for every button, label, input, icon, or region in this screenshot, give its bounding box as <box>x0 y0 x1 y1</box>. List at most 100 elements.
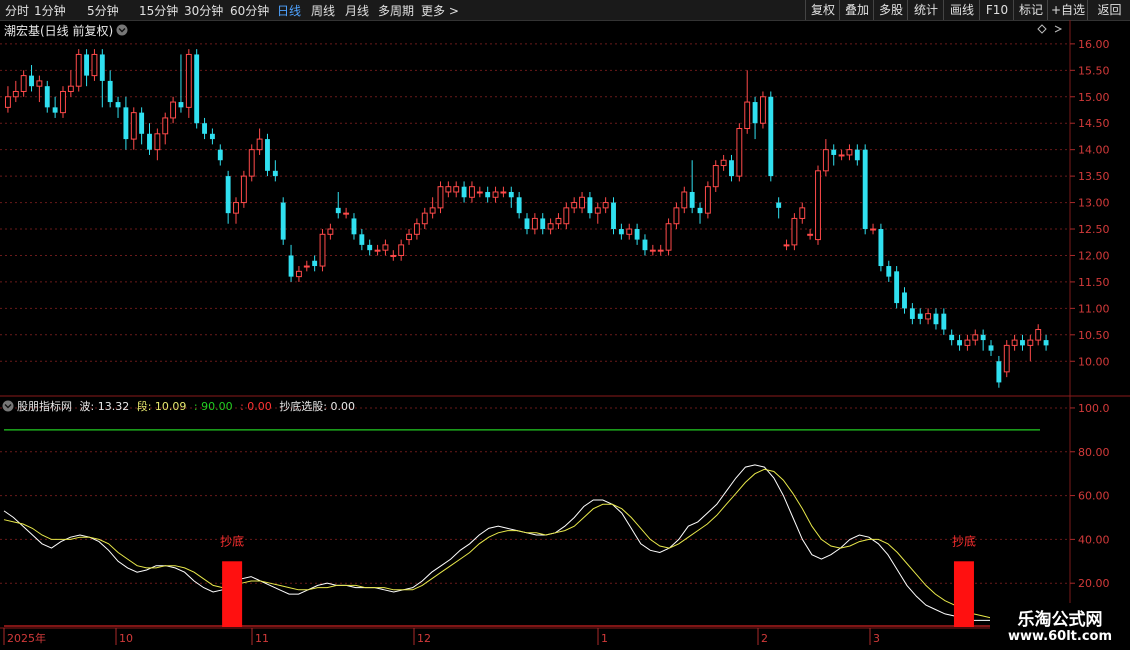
period-tab-multi[interactable]: 多周期 <box>378 2 414 19</box>
candle-body <box>248 149 255 177</box>
candle-body <box>776 202 782 208</box>
time-tick-label: 11 <box>255 632 269 645</box>
signal-label: 抄底 <box>952 533 976 548</box>
candle <box>736 123 743 182</box>
candle-body <box>547 223 554 230</box>
candle-body <box>540 218 546 230</box>
candle-body <box>626 228 633 235</box>
fuquan-button[interactable]: 复权 <box>805 0 840 20</box>
candle-body <box>988 345 994 351</box>
candle-body <box>240 175 247 204</box>
candle <box>878 223 884 272</box>
candle <box>516 191 522 219</box>
candle <box>374 244 381 256</box>
period-tab-more[interactable]: 更多 > <box>421 2 459 19</box>
candle-body <box>115 102 121 108</box>
candle <box>233 197 239 224</box>
candle <box>1035 324 1042 346</box>
add-watchlist-button[interactable]: +自选 <box>1047 0 1088 20</box>
candle-body <box>524 218 530 230</box>
diamond-icon[interactable] <box>1037 24 1047 34</box>
period-tab-分时[interactable]: 分时 <box>5 2 29 19</box>
candle <box>343 207 350 219</box>
candle <box>123 96 129 150</box>
candle <box>75 49 82 92</box>
candle-body <box>60 90 66 114</box>
candle <box>202 117 207 140</box>
candle <box>382 239 389 256</box>
candle <box>941 308 947 335</box>
period-tab-daily[interactable]: 日线 <box>277 2 301 19</box>
candle-body <box>374 249 381 252</box>
candle-body <box>815 170 821 241</box>
period-tab-weekly[interactable]: 周线 <box>311 2 335 19</box>
multi-stock-button[interactable]: 多股 <box>873 0 908 20</box>
chevron-right-icon: > <box>448 4 459 18</box>
side-panel-strip[interactable] <box>1118 28 1130 396</box>
period-tab-30min[interactable]: 30分钟 <box>184 2 223 19</box>
time-axis: 2025年 10 11 12 1 2 3 <box>3 628 880 645</box>
legend-level: : 90.00 <box>194 400 233 413</box>
price-tick-label: 15.00 <box>1078 91 1110 104</box>
time-tick-label: 1 <box>601 632 608 645</box>
candle-body <box>1003 344 1010 373</box>
candle <box>594 202 601 224</box>
draw-line-button[interactable]: 画线 <box>943 0 980 20</box>
candle <box>862 144 868 235</box>
candle <box>704 181 711 219</box>
candle-body <box>611 202 616 230</box>
statistics-button[interactable]: 统计 <box>907 0 944 20</box>
candle-body <box>791 217 798 246</box>
back-button[interactable]: 返回 <box>1087 0 1130 20</box>
candle-body <box>681 191 688 209</box>
candle-body <box>689 191 695 208</box>
period-tab-monthly[interactable]: 月线 <box>345 2 369 19</box>
candle <box>587 191 593 219</box>
candle-body <box>933 313 939 325</box>
period-toolbar: 分时 1分钟 5分钟 15分钟 30分钟 60分钟 日线 周线 月线 多周期 更… <box>0 0 1130 21</box>
period-tab-15min[interactable]: 15分钟 <box>139 2 178 19</box>
candle-body <box>437 186 444 209</box>
candle <box>217 144 223 166</box>
chevron-down-icon[interactable] <box>116 24 128 36</box>
candle <box>579 191 585 214</box>
legend-wave: 波: 13.32 <box>80 400 130 413</box>
candle-body <box>485 191 491 198</box>
candle <box>909 303 915 325</box>
candle-body <box>295 270 302 278</box>
indicator-name: 股朋指标网 <box>17 399 72 413</box>
candle <box>4 86 11 113</box>
grid-layer <box>0 43 1070 584</box>
candle-body <box>209 133 215 140</box>
period-tab-60min[interactable]: 60分钟 <box>230 2 269 19</box>
candle <box>807 229 814 240</box>
candle-body <box>649 249 656 252</box>
candle <box>390 250 397 261</box>
candle <box>485 186 491 203</box>
expand-icon[interactable] <box>1054 25 1063 33</box>
candle-body <box>390 254 397 257</box>
candle <box>752 96 758 140</box>
period-tab-1min[interactable]: 1分钟 <box>34 2 66 19</box>
candle <box>115 96 121 118</box>
candle-body <box>382 244 389 251</box>
candle-body <box>925 313 932 320</box>
candle-body <box>1027 339 1034 346</box>
mark-button[interactable]: 标记 <box>1013 0 1048 20</box>
candle <box>476 186 483 198</box>
candle-body <box>618 229 624 235</box>
overlay-button[interactable]: 叠加 <box>839 0 874 20</box>
candle <box>626 223 633 240</box>
f10-button[interactable]: F10 <box>979 0 1014 20</box>
candle <box>84 49 90 87</box>
candle <box>421 207 428 230</box>
candle <box>925 308 932 325</box>
stock-title[interactable]: 潮宏基(日线 前复权) <box>4 23 113 38</box>
candle <box>831 144 837 166</box>
candle <box>359 229 365 251</box>
period-tab-5min[interactable]: 5分钟 <box>87 2 119 19</box>
candle-body <box>720 159 727 167</box>
price-tick-label: 15.50 <box>1078 64 1110 77</box>
indicator-chevron-icon[interactable] <box>2 400 14 412</box>
candle <box>555 213 562 230</box>
